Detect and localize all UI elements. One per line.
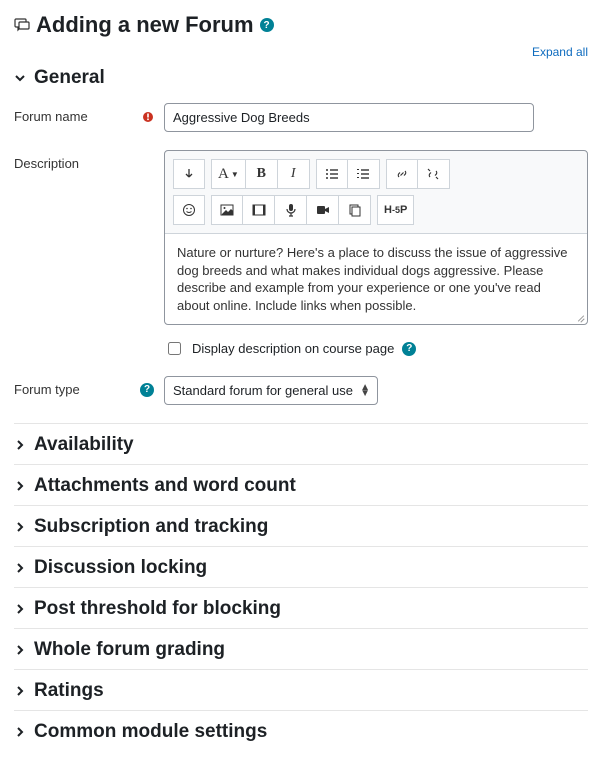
section-grading-header[interactable]: Whole forum grading — [14, 628, 588, 669]
editor-unlink-button[interactable] — [418, 159, 450, 189]
editor-h5p-button[interactable]: H-5P — [377, 195, 414, 225]
editor-bullet-list-button[interactable] — [316, 159, 348, 189]
section-locking-title: Discussion locking — [34, 557, 207, 579]
editor-media-button[interactable] — [243, 195, 275, 225]
editor-record-audio-button[interactable] — [275, 195, 307, 225]
chevron-right-icon — [14, 522, 26, 532]
chevron-right-icon — [14, 440, 26, 450]
forum-icon — [14, 17, 30, 33]
chevron-right-icon — [14, 481, 26, 491]
section-general-header[interactable]: General — [14, 63, 588, 97]
chevron-right-icon — [14, 604, 26, 614]
page-help-icon[interactable]: ? — [260, 18, 274, 32]
resize-handle-icon[interactable] — [575, 312, 585, 322]
editor-bold-button[interactable]: B — [246, 159, 278, 189]
display-description-label: Display description on course page — [192, 341, 394, 356]
forum-type-label: Forum type — [14, 382, 80, 397]
editor-italic-button[interactable]: I — [278, 159, 310, 189]
editor-numbered-list-button[interactable] — [348, 159, 380, 189]
description-label: Description — [14, 156, 79, 171]
section-attachments-title: Attachments and word count — [34, 475, 296, 497]
display-description-checkbox[interactable] — [168, 342, 181, 355]
section-subscription-title: Subscription and tracking — [34, 516, 268, 538]
section-ratings-header[interactable]: Ratings — [14, 669, 588, 710]
forum-type-select[interactable]: Standard forum for general use — [164, 376, 378, 405]
editor-image-button[interactable] — [211, 195, 243, 225]
chevron-down-icon — [14, 73, 26, 83]
forum-name-input[interactable] — [164, 103, 534, 132]
page-title: Adding a new Forum — [36, 12, 254, 38]
required-icon — [142, 111, 154, 123]
forum-type-help-icon[interactable]: ? — [140, 383, 154, 397]
section-common-header[interactable]: Common module settings — [14, 710, 588, 751]
chevron-right-icon — [14, 563, 26, 573]
section-ratings-title: Ratings — [34, 680, 104, 702]
section-common-title: Common module settings — [34, 721, 267, 743]
section-threshold-title: Post threshold for blocking — [34, 598, 281, 620]
section-subscription-header[interactable]: Subscription and tracking — [14, 505, 588, 546]
chevron-right-icon — [14, 645, 26, 655]
chevron-right-icon — [14, 727, 26, 737]
section-availability-header[interactable]: Availability — [14, 423, 588, 464]
expand-all-link[interactable]: Expand all — [532, 45, 588, 59]
section-attachments-header[interactable]: Attachments and word count — [14, 464, 588, 505]
section-threshold-header[interactable]: Post threshold for blocking — [14, 587, 588, 628]
section-grading-title: Whole forum grading — [34, 639, 225, 661]
editor-record-video-button[interactable] — [307, 195, 339, 225]
editor-styles-button[interactable]: A ▼ — [211, 159, 246, 189]
section-availability-title: Availability — [34, 434, 134, 456]
editor-manage-files-button[interactable] — [339, 195, 371, 225]
editor-emoji-button[interactable] — [173, 195, 205, 225]
display-description-help-icon[interactable]: ? — [402, 342, 416, 356]
section-locking-header[interactable]: Discussion locking — [14, 546, 588, 587]
description-editor[interactable]: Nature or nurture? Here's a place to dis… — [165, 233, 587, 324]
forum-name-label: Forum name — [14, 109, 88, 124]
chevron-right-icon — [14, 686, 26, 696]
editor-toggle-toolbar-button[interactable] — [173, 159, 205, 189]
section-general-title: General — [34, 67, 105, 89]
editor-link-button[interactable] — [386, 159, 418, 189]
description-text: Nature or nurture? Here's a place to dis… — [177, 245, 568, 313]
